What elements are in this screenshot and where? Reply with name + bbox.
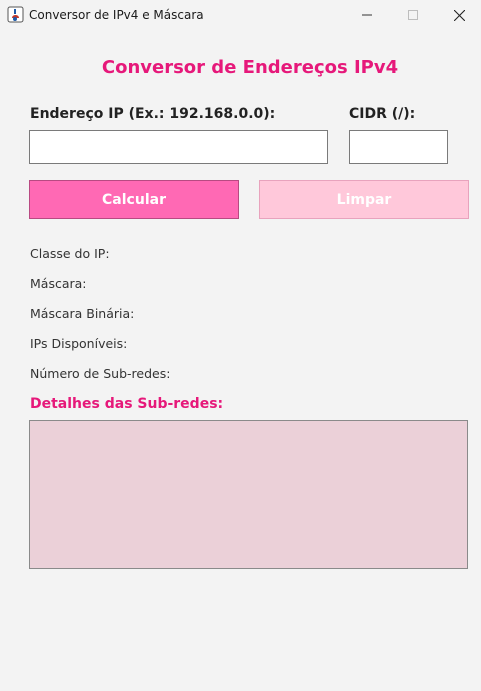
available-ips-label: IPs Disponíveis:: [30, 336, 128, 351]
ip-address-input[interactable]: [29, 130, 328, 164]
title-bar: Conversor de IPv4 e Máscara: [0, 0, 481, 30]
ip-address-label: Endereço IP (Ex.: 192.168.0.0):: [30, 106, 276, 122]
mask-label: Máscara:: [30, 276, 87, 291]
subnet-details-title: Detalhes das Sub-redes:: [30, 396, 224, 412]
java-app-icon: [7, 6, 24, 23]
cidr-input[interactable]: [349, 130, 448, 164]
maximize-button[interactable]: [390, 0, 436, 30]
maximize-icon: [408, 10, 418, 20]
calculate-button[interactable]: Calcular: [29, 180, 239, 219]
binary-mask-label: Máscara Binária:: [30, 306, 135, 321]
close-button[interactable]: [436, 0, 481, 30]
minimize-button[interactable]: [344, 0, 390, 30]
window-title: Conversor de IPv4 e Máscara: [29, 8, 204, 22]
subnet-count-label: Número de Sub-redes:: [30, 366, 171, 381]
cidr-label: CIDR (/):: [349, 106, 416, 122]
close-icon: [453, 9, 465, 21]
subnet-details-textarea[interactable]: [29, 420, 468, 569]
clear-button[interactable]: Limpar: [259, 180, 469, 219]
page-title: Conversor de Endereços IPv4: [101, 57, 399, 78]
minimize-icon: [362, 14, 372, 16]
ip-class-label: Classe do IP:: [30, 246, 110, 261]
